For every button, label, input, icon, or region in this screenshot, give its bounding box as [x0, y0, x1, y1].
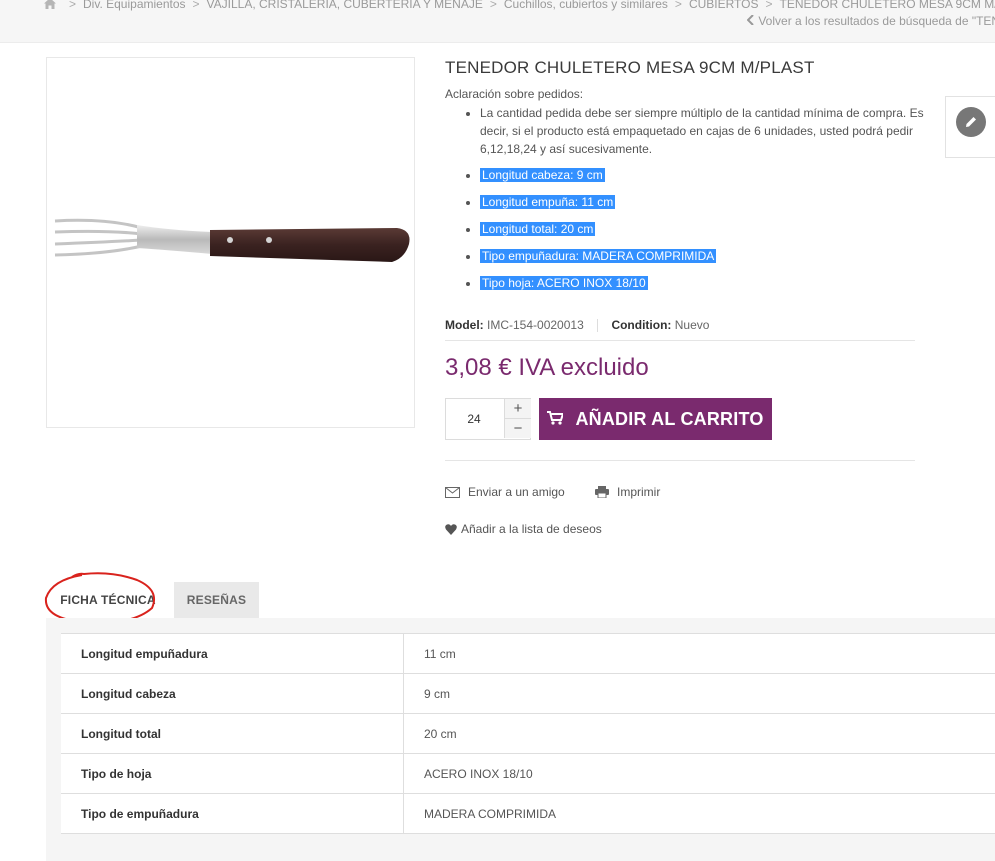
product-price: 3,08 € IVA excluido — [445, 354, 649, 381]
table-row: Tipo de hoja ACERO INOX 18/10 — [61, 753, 995, 794]
add-to-cart-button[interactable]: AÑADIR AL CARRITO — [539, 398, 772, 440]
highlight-item: Longitud empuña: 11 cm — [480, 193, 950, 220]
home-icon[interactable] — [44, 0, 56, 13]
highlights-list: Longitud cabeza: 9 cm Longitud empuña: 1… — [445, 166, 950, 301]
condition-value: Nuevo — [674, 318, 710, 332]
tab-resenas[interactable]: RESEÑAS — [174, 582, 259, 618]
meta-divider — [597, 319, 599, 333]
back-link-label: Volver a los resultados de búsqueda de "… — [758, 14, 995, 28]
wishlist-link[interactable]: Añadir a la lista de deseos — [445, 522, 602, 536]
table-row: Tipo de empuñadura MADERA COMPRIMIDA — [61, 793, 995, 834]
product-title: TENEDOR CHULETERO MESA 9CM M/PLAST — [445, 58, 815, 77]
highlight-item: Tipo hoja: ACERO INOX 18/10 — [480, 274, 950, 301]
printer-icon — [595, 486, 609, 498]
spec-key: Longitud cabeza — [61, 673, 404, 714]
tab-ficha-tecnica[interactable]: FICHA TÉCNICA — [46, 582, 170, 618]
edit-panel-tab[interactable] — [945, 96, 995, 158]
spec-value: MADERA COMPRIMIDA — [403, 793, 995, 834]
order-notice-title: Aclaración sobre pedidos: — [445, 87, 584, 101]
highlight-item: Longitud total: 20 cm — [480, 220, 950, 247]
specs-table: Longitud empuñadura 11 cm Longitud cabez… — [61, 633, 995, 834]
highlight-item: Tipo empuñadura: MADERA COMPRIMIDA — [480, 247, 950, 274]
breadcrumb-current: TENEDOR CHULETERO MESA 9CM M/PLAST — [779, 0, 995, 11]
edit-icon — [956, 107, 986, 137]
chevron-left-icon — [746, 14, 758, 28]
cart-icon — [547, 409, 565, 430]
breadcrumb: > Div. Equipamientos > VAJILLA, CRISTALERIA… — [44, 0, 995, 13]
heart-icon — [445, 523, 457, 535]
table-row: Longitud cabeza 9 cm — [61, 673, 995, 714]
table-row: Longitud empuñadura 11 cm — [61, 633, 995, 674]
condition-label: Condition: — [611, 318, 672, 332]
quantity-input[interactable] — [446, 399, 502, 439]
spec-value: 20 cm — [403, 713, 995, 754]
breadcrumb-item[interactable]: VAJILLA, CRISTALERIA, CUBERTERIA Y MENAJ… — [207, 0, 483, 11]
product-meta: Model: IMC-154-0020013 Condition: Nuevo — [445, 318, 915, 341]
breadcrumb-item[interactable]: Cuchillos, cubiertos y similares — [504, 0, 668, 11]
table-row: Longitud total 20 cm — [61, 713, 995, 754]
quantity-stepper: + − — [445, 398, 531, 440]
send-to-friend-link[interactable]: Enviar a un amigo — [445, 485, 565, 499]
breadcrumb-item[interactable]: CUBIERTOS — [689, 0, 759, 11]
envelope-icon — [445, 486, 460, 498]
print-link[interactable]: Imprimir — [595, 485, 660, 499]
model-value: IMC-154-0020013 — [487, 318, 584, 332]
spec-key: Longitud empuñadura — [61, 633, 404, 674]
spec-key: Tipo de hoja — [61, 753, 404, 794]
send-to-friend-label: Enviar a un amigo — [468, 485, 565, 499]
back-to-results-link[interactable]: Volver a los resultados de búsqueda de "… — [746, 14, 995, 28]
print-label: Imprimir — [617, 485, 661, 499]
model-label: Model: — [445, 318, 484, 332]
quantity-decrease-button[interactable]: − — [504, 419, 531, 438]
quantity-increase-button[interactable]: + — [504, 399, 531, 419]
spec-value: 9 cm — [403, 673, 995, 714]
order-notice-text: La cantidad pedida debe ser siempre múlt… — [480, 104, 950, 158]
order-notice: La cantidad pedida debe ser siempre múlt… — [445, 104, 950, 158]
highlight-item: Longitud cabeza: 9 cm — [480, 166, 950, 193]
fork-image — [54, 218, 410, 262]
add-to-cart-label: AÑADIR AL CARRITO — [575, 408, 764, 429]
spec-value: 11 cm — [403, 633, 995, 674]
product-image[interactable] — [46, 57, 415, 428]
spec-value: ACERO INOX 18/10 — [403, 753, 995, 794]
spec-key: Tipo de empuñadura — [61, 793, 404, 834]
breadcrumb-bar: > Div. Equipamientos > VAJILLA, CRISTALERIA… — [0, 0, 995, 43]
wishlist-label: Añadir a la lista de deseos — [461, 522, 602, 536]
divider — [445, 460, 915, 461]
spec-key: Longitud total — [61, 713, 404, 754]
breadcrumb-item[interactable]: Div. Equipamientos — [83, 0, 186, 11]
